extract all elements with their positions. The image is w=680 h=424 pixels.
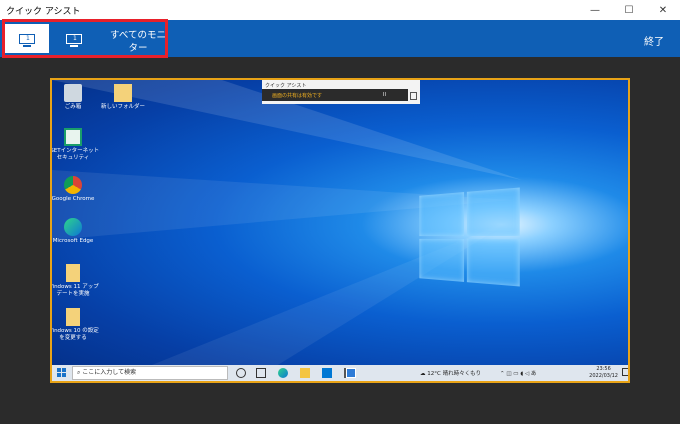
sharing-status-text: 画面の共有は有効です [272, 93, 323, 99]
desktop-icon[interactable]: Microsoft Edge [52, 218, 100, 245]
mini-window-title: クイック アシスト [265, 83, 307, 89]
close-button[interactable]: ✕ [646, 0, 680, 20]
recycle-bin-icon [64, 84, 82, 102]
desktop-icon[interactable]: ごみ箱 [52, 84, 100, 111]
windows-logo [419, 187, 520, 287]
remote-screen[interactable]: ごみ箱 新しいフォルダー ESETインターネットセキュリティ Google Ch… [50, 78, 630, 383]
mail-icon[interactable] [322, 368, 332, 378]
exit-button[interactable]: 終了 [644, 33, 664, 48]
clipboard-icon[interactable] [410, 92, 417, 100]
taskbar-clock[interactable]: 23:56 2022/03/12 [589, 366, 618, 379]
desktop-icon-label: Windows 11 アップデートを実施 [50, 284, 99, 297]
remote-taskbar: ⌕ ここに入力して検索 ☁ 12°C 晴れ時々くもり ⌃ ◫ ▭ ◖ ◁ あ 2… [52, 365, 628, 381]
maximize-button[interactable]: ☐ [612, 0, 646, 20]
desktop-icon-label: Microsoft Edge [52, 238, 94, 244]
weather-text: 12°C 晴れ時々くもり [427, 371, 482, 377]
quick-assist-mini-window: クイック アシスト 画面の共有は有効です II [262, 80, 420, 104]
minimize-button[interactable]: — [578, 0, 612, 20]
window-title: クイック アシスト [6, 7, 81, 17]
desktop-icon[interactable]: Google Chrome [51, 176, 100, 203]
chrome-icon [64, 176, 82, 194]
edge-icon [64, 218, 82, 236]
file-icon [66, 264, 80, 282]
folder-icon [114, 84, 132, 102]
title-bar: クイック アシスト — ☐ ✕ [0, 0, 680, 20]
desktop-icon[interactable]: ESETインターネットセキュリティ [50, 128, 100, 162]
desktop-icon-label: Windows 10 の設定を変更する [50, 328, 99, 341]
wallpaper-beams [52, 80, 522, 381]
desktop-icon-label: Google Chrome [51, 196, 95, 202]
desktop-icon[interactable]: Windows 11 アップデートを実施 [50, 264, 100, 298]
eset-icon [64, 128, 82, 146]
notification-icon[interactable] [622, 368, 628, 376]
quick-assist-taskbar-icon[interactable] [346, 368, 356, 378]
start-icon[interactable] [57, 368, 67, 378]
desktop-icon-label: ごみ箱 [64, 104, 82, 110]
desktop-icon[interactable]: Windows 10 の設定を変更する [50, 308, 100, 342]
weather-widget[interactable]: ☁ 12°C 晴れ時々くもり [420, 369, 481, 377]
explorer-icon[interactable] [300, 368, 310, 378]
desktop-icon-label: 新しいフォルダー [100, 104, 145, 110]
cortana-icon[interactable] [236, 368, 246, 378]
search-placeholder: ここに入力して検索 [82, 369, 137, 376]
task-view-icon[interactable] [256, 368, 266, 378]
pause-button[interactable]: II [383, 92, 386, 98]
taskbar-search[interactable]: ⌕ ここに入力して検索 [72, 366, 228, 380]
edge-taskbar-icon[interactable] [278, 368, 288, 378]
highlight-box [2, 19, 168, 58]
clock-date: 2022/03/12 [589, 372, 618, 379]
file-icon [66, 308, 80, 326]
tray-icons[interactable]: ⌃ ◫ ▭ ◖ ◁ あ [500, 369, 536, 377]
desktop-icon-label: ESETインターネットセキュリティ [50, 148, 100, 161]
desktop-icon[interactable]: 新しいフォルダー [96, 84, 150, 111]
